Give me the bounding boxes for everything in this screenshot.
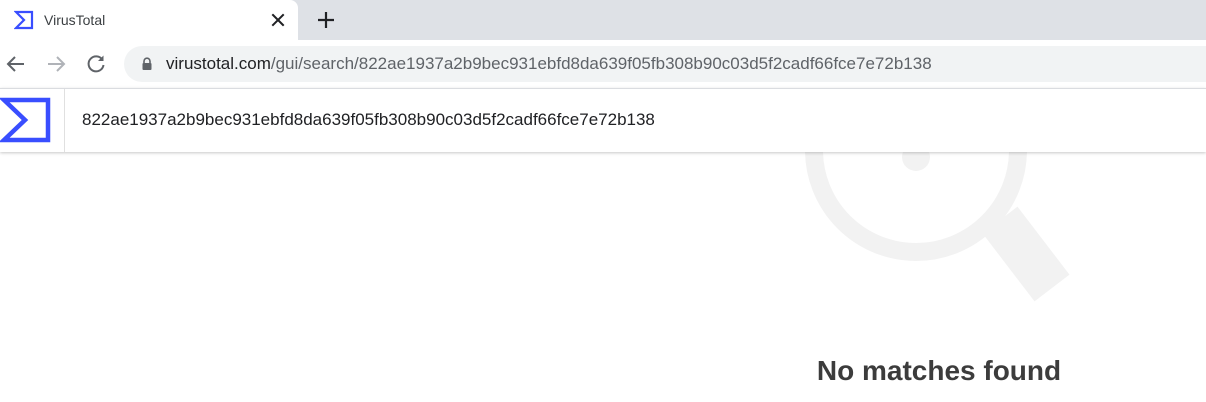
header-divider xyxy=(64,89,65,152)
url-domain: virustotal.com xyxy=(166,54,271,73)
forward-arrow-icon[interactable] xyxy=(44,52,68,76)
close-icon[interactable] xyxy=(268,10,288,30)
magnifier-icon xyxy=(805,152,1070,302)
plus-icon[interactable] xyxy=(314,8,338,32)
browser-tab[interactable]: VirusTotal xyxy=(0,0,298,40)
virustotal-sigma-logo[interactable] xyxy=(0,97,52,143)
lock-icon xyxy=(142,57,152,70)
no-matches-message: No matches found xyxy=(816,355,1062,386)
results-area: No matches found xyxy=(0,152,1206,402)
browser-toolbar: virustotal.com/gui/search/822ae1937a2b9b… xyxy=(0,40,1206,88)
back-arrow-icon[interactable] xyxy=(4,52,28,76)
reload-icon[interactable] xyxy=(84,52,108,76)
url-path: /gui/search/822ae1937a2b9bec931ebfd8da63… xyxy=(270,54,932,73)
address-bar[interactable]: virustotal.com/gui/search/822ae1937a2b9b… xyxy=(124,46,1206,82)
site-header: 822ae1937a2b9bec931ebfd8da639f05fb308b90… xyxy=(0,88,1206,152)
virustotal-sigma-icon xyxy=(14,10,34,30)
url-text: virustotal.com/gui/search/822ae1937a2b9b… xyxy=(166,54,932,74)
tab-strip: VirusTotal xyxy=(0,0,1206,40)
tab-title: VirusTotal xyxy=(44,12,106,28)
search-input[interactable]: 822ae1937a2b9bec931ebfd8da639f05fb308b90… xyxy=(82,109,655,131)
